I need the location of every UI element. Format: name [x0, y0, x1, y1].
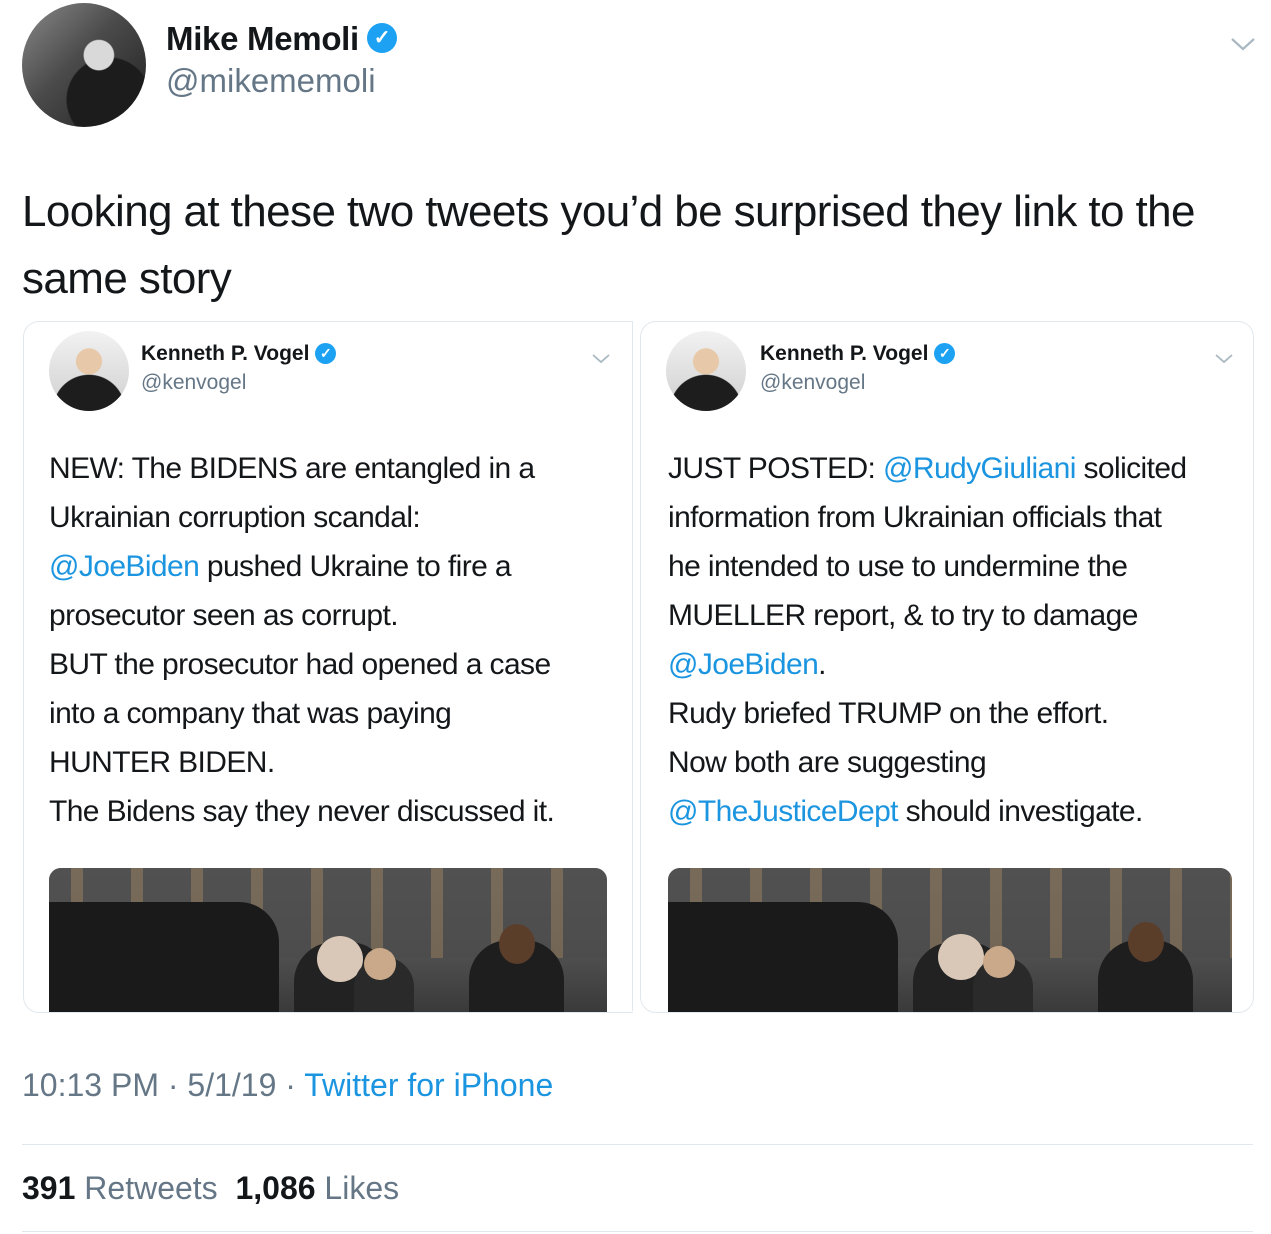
quoted-author-handle[interactable]: @kenvogel [141, 371, 246, 395]
text-segment: Now both are suggesting [668, 746, 987, 779]
quoted-tweet-photo[interactable] [668, 868, 1232, 1012]
author-name-text: Mike Memoli [166, 20, 359, 57]
quoted-author-name[interactable]: Kenneth P. Vogel ✓ [760, 342, 956, 366]
text-segment: prosecutor seen as corrupt. [49, 599, 399, 632]
likes-label: Likes [324, 1170, 400, 1206]
meta-separator: · [158, 1067, 188, 1103]
chevron-down-icon[interactable] [1214, 349, 1234, 369]
tweet-source-link[interactable]: Twitter for iPhone [304, 1067, 553, 1103]
retweets-count: 391 [22, 1170, 76, 1206]
verified-badge-icon: ✓ [934, 343, 956, 364]
tweet-time[interactable]: 10:13 PM [22, 1067, 159, 1103]
text-segment: The Bidens say they never discussed it. [49, 795, 555, 828]
quoted-text-line: HUNTER BIDEN. [49, 738, 624, 787]
text-segment: Ukrainian corruption scandal: [49, 501, 421, 534]
mention-link[interactable]: @JoeBiden [668, 648, 819, 681]
divider [22, 1144, 1253, 1145]
retweets-stat[interactable]: 391 Retweets [22, 1170, 218, 1206]
verified-badge-icon: ✓ [315, 343, 337, 364]
tweet-text: Looking at these two tweets you’d be sur… [22, 187, 1196, 303]
likes-stat[interactable]: 1,086 Likes [235, 1170, 399, 1206]
mention-link[interactable]: @JoeBiden [49, 550, 200, 583]
text-segment: BUT the prosecutor had opened a case [49, 648, 551, 681]
quoted-text-line: prosecutor seen as corrupt. [49, 591, 624, 640]
text-segment: pushed Ukraine to fire a [199, 550, 512, 583]
quoted-text-line: @JoeBiden. [668, 640, 1243, 689]
quoted-text-line: NEW: The BIDENS are entangled in a [49, 444, 624, 493]
quoted-text-line: he intended to use to undermine the [668, 542, 1243, 591]
author-handle[interactable]: @mikememoli [166, 62, 376, 100]
quoted-text-line: into a company that was paying [49, 689, 624, 738]
mention-link[interactable]: @TheJusticeDept [668, 795, 898, 828]
quoted-author-name-text: Kenneth P. Vogel [760, 342, 929, 365]
chevron-down-icon[interactable] [1229, 30, 1257, 58]
quoted-text-line: JUST POSTED: @RudyGiuliani solicited [668, 444, 1243, 493]
quoted-text-line: @JoeBiden pushed Ukraine to fire a [49, 542, 624, 591]
text-segment: solicited [1075, 452, 1188, 485]
text-segment: Rudy briefed TRUMP on the effort. [668, 697, 1109, 730]
text-segment: information from Ukrainian officials tha… [668, 501, 1162, 534]
quoted-text-line: Rudy briefed TRUMP on the effort. [668, 689, 1243, 738]
text-segment: JUST POSTED: [668, 452, 884, 485]
text-segment: he intended to use to undermine the [668, 550, 1128, 583]
quoted-author-avatar[interactable] [666, 331, 746, 411]
chevron-down-icon[interactable] [591, 349, 611, 369]
meta-separator: · [276, 1067, 305, 1103]
quoted-author-name-text: Kenneth P. Vogel [141, 342, 310, 365]
text-segment: MUELLER report, & to try to damage [668, 599, 1138, 632]
quoted-text-line: information from Ukrainian officials tha… [668, 493, 1243, 542]
quoted-author-name[interactable]: Kenneth P. Vogel ✓ [141, 342, 337, 366]
divider [22, 1231, 1253, 1232]
quoted-text-line: Ukrainian corruption scandal: [49, 493, 624, 542]
quoted-text-line: The Bidens say they never discussed it. [49, 787, 624, 836]
tweet-date[interactable]: 5/1/19 [187, 1067, 276, 1103]
text-segment: into a company that was paying [49, 697, 452, 730]
author-name[interactable]: Mike Memoli ✓ [166, 20, 397, 58]
quoted-tweet-text: JUST POSTED: @RudyGiuliani solicited info… [668, 444, 1243, 836]
quoted-text-line: MUELLER report, & to try to damage [668, 591, 1243, 640]
quoted-tweet-text: NEW: The BIDENS are entangled in a Ukrain… [49, 444, 624, 836]
quoted-author-avatar[interactable] [49, 331, 129, 411]
likes-count: 1,086 [235, 1170, 316, 1206]
verified-badge-icon: ✓ [366, 23, 397, 54]
quoted-author-handle[interactable]: @kenvogel [760, 371, 865, 395]
quoted-tweet-photo[interactable] [49, 868, 607, 1012]
text-segment: NEW: The BIDENS are entangled in a [49, 452, 535, 485]
retweets-label: Retweets [84, 1170, 218, 1206]
text-segment: HUNTER BIDEN. [49, 746, 275, 779]
quoted-text-line: Now both are suggesting [668, 738, 1243, 787]
tweet-stats: 391 Retweets 1,086 Likes [22, 1170, 399, 1207]
mention-link[interactable]: @RudyGiuliani [883, 452, 1076, 485]
tweet-meta: 10:13 PM · 5/1/19 · Twitter for iPhone [22, 1067, 553, 1104]
text-segment: . [818, 648, 826, 681]
text-segment: should investigate. [897, 795, 1144, 828]
quoted-tweet-right[interactable]: Kenneth P. Vogel ✓ @kenvogel JUST POSTED:… [640, 321, 1254, 1013]
quoted-text-line: @TheJusticeDept should investigate. [668, 787, 1243, 836]
quoted-tweet-left[interactable]: Kenneth P. Vogel ✓ @kenvogel NEW: The BID… [23, 321, 633, 1013]
quoted-text-line: BUT the prosecutor had opened a case [49, 640, 624, 689]
author-avatar[interactable] [22, 3, 146, 127]
